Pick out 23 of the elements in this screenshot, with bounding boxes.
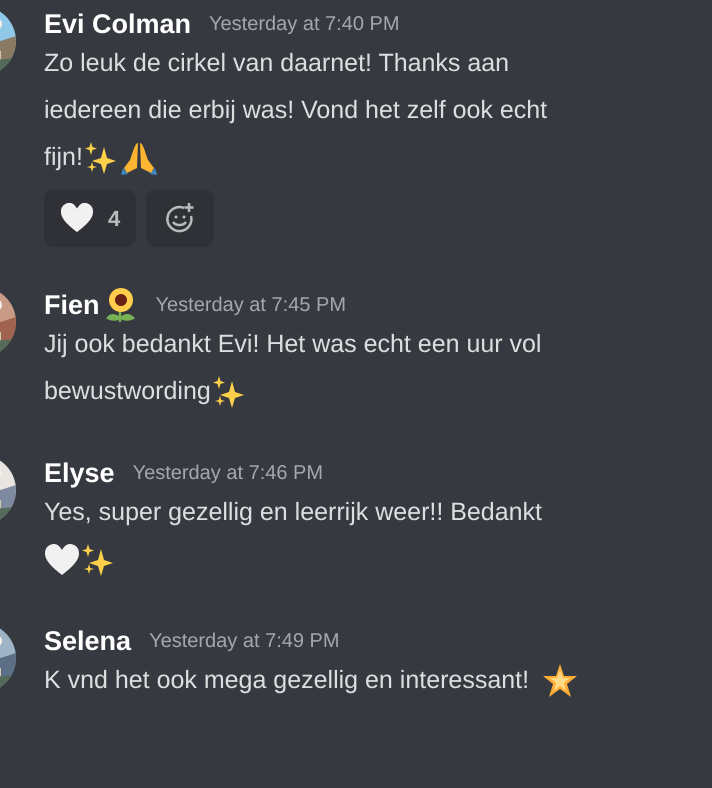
add-reaction-icon (164, 202, 196, 234)
add-reaction-button[interactable] (146, 189, 214, 247)
author-name[interactable]: Evi Colman (44, 4, 192, 44)
heart-icon (60, 201, 94, 235)
sparkles-icon (80, 542, 114, 576)
message-text: iedereen die erbij was! Vond het zelf ook echt (44, 95, 548, 126)
message-text: Jij ook bedankt Evi! Het was echt een uur vol (44, 329, 542, 360)
timestamp: Yesterday at 7:45 PM (156, 293, 346, 318)
author-name[interactable]: Elyse (44, 452, 115, 494)
message-text: Yes, super gezellig en leerrijk weer!! Bedankt (44, 497, 542, 528)
message-text: K vnd het ook mega gezellig en interessant! (44, 665, 530, 696)
message-text: fijn! (44, 142, 83, 173)
timestamp: Yesterday at 7:49 PM (149, 629, 340, 654)
glowing-star-icon (541, 662, 580, 700)
timestamp: Yesterday at 7:40 PM (209, 12, 400, 37)
message-text: bewustwording (44, 376, 211, 407)
author-name[interactable]: Selena (44, 620, 132, 662)
sunflower-icon (104, 287, 138, 323)
heart-icon (44, 542, 80, 578)
author-name[interactable]: Fien (44, 284, 100, 326)
reaction-button[interactable]: 4 (44, 189, 136, 247)
message-text: Zo leuk de cirkel van daarnet! Thanks aan (44, 48, 510, 79)
timestamp: Yesterday at 7:46 PM (132, 461, 324, 486)
